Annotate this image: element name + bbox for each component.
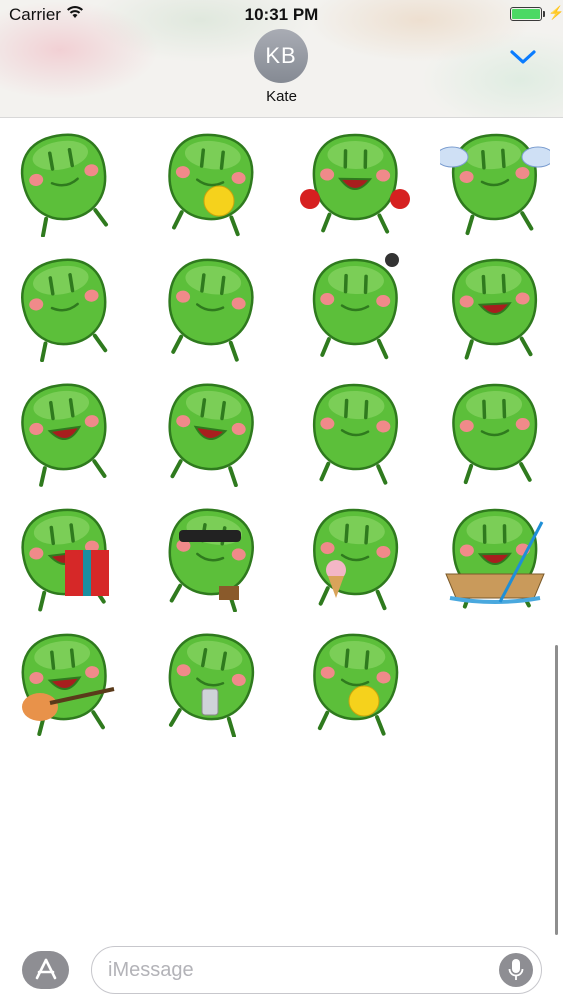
frog-sticker-icon [21, 383, 107, 487]
sticker-frog-cheering[interactable] [10, 377, 120, 487]
battery-icon [510, 7, 542, 21]
sticker-frog-boat[interactable] [440, 502, 550, 612]
frog-sticker-icon [168, 258, 254, 362]
sticker-frog-crying[interactable] [440, 252, 550, 362]
frog-sticker-icon [20, 133, 109, 238]
app-store-button[interactable] [22, 951, 69, 989]
messages-screen: Carrier 10:31 PM ⚡ KB Kate iMessage [0, 0, 563, 1000]
sticker-frog-boxing[interactable] [300, 127, 410, 237]
frog-sticker-icon [445, 508, 545, 609]
conversation-header: Carrier 10:31 PM ⚡ KB Kate [0, 0, 563, 118]
contact-name[interactable]: Kate [0, 88, 563, 105]
frog-sticker-icon [312, 253, 399, 360]
frog-sticker-icon [312, 383, 398, 485]
sticker-frog-balloon[interactable] [10, 127, 120, 238]
sticker-frog-phone[interactable] [155, 627, 265, 738]
sticker-frog-guitar[interactable] [10, 627, 120, 737]
scrollbar[interactable] [555, 645, 558, 935]
frog-sticker-icon [168, 133, 254, 237]
sticker-frog-wink-ball[interactable] [300, 627, 410, 737]
message-input[interactable]: iMessage [91, 946, 542, 994]
sticker-frog-sad[interactable] [155, 377, 265, 488]
frog-sticker-icon [168, 383, 254, 488]
app-store-icon [35, 958, 57, 980]
frog-sticker-icon [313, 508, 399, 611]
status-bar: Carrier 10:31 PM ⚡ [0, 0, 563, 30]
microphone-icon [508, 959, 524, 980]
sticker-frog-sunglasses[interactable] [155, 502, 265, 613]
frog-sticker-icon [21, 633, 115, 736]
frog-sticker-icon [435, 133, 555, 236]
sticker-frog-grumpy[interactable] [155, 252, 265, 362]
chevron-down-icon[interactable] [509, 48, 537, 66]
sticker-frog-shrug[interactable] [300, 377, 410, 487]
frog-sticker-icon [313, 633, 399, 736]
sticker-frog-ice-cream[interactable] [300, 502, 410, 612]
frog-sticker-icon [300, 133, 410, 234]
sticker-frog-gift[interactable] [10, 502, 120, 612]
sticker-frog-angel[interactable] [435, 127, 555, 237]
charging-icon: ⚡ [548, 5, 563, 20]
dictation-button[interactable] [499, 953, 533, 987]
frog-sticker-icon [168, 508, 254, 613]
sticker-frog-shy[interactable] [10, 252, 120, 363]
contact-avatar[interactable]: KB [254, 29, 308, 83]
frog-sticker-icon [452, 383, 538, 485]
sticker-frog-strong[interactable] [300, 252, 410, 362]
frog-sticker-icon [168, 633, 255, 738]
clock: 10:31 PM [244, 5, 319, 24]
frog-sticker-icon [452, 258, 538, 360]
frog-sticker-icon [21, 508, 109, 612]
message-placeholder: iMessage [108, 959, 194, 981]
frog-sticker-icon [21, 258, 108, 363]
sticker-frog-dancing[interactable] [440, 377, 550, 487]
sticker-frog-emoji-ball[interactable] [155, 127, 265, 237]
battery-tip [543, 11, 545, 17]
